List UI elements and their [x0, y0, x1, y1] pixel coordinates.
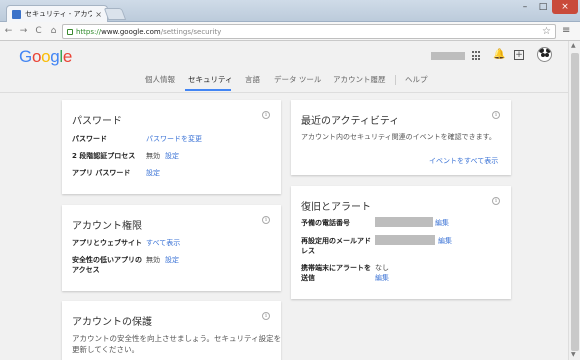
recent-activity-card: 最近のアクティビティ i アカウント内のセキュリティ関連のイベントを確認できます…: [291, 100, 511, 175]
bookmark-star-icon[interactable]: ☆: [542, 26, 551, 37]
card-title: 最近のアクティビティ: [301, 116, 400, 127]
recovery-email-label-line1: 再設定用のメールアド: [301, 237, 371, 245]
redacted-recovery-email: [375, 235, 435, 245]
url-scheme: https://: [76, 27, 102, 36]
scroll-down-icon[interactable]: ▼: [571, 351, 576, 358]
redacted-account-name[interactable]: [431, 52, 465, 60]
card-title: パスワード: [72, 116, 122, 127]
tab-title: セキュリティ - アカウント設定: [25, 10, 93, 18]
info-icon[interactable]: i: [492, 111, 500, 119]
home-icon[interactable]: ⌂: [47, 25, 60, 38]
two-step-status: 無効: [146, 152, 160, 160]
mobile-alert-label-line2: 送信: [301, 274, 315, 282]
window-titlebar: セキュリティ - アカウント設定 × – □ ×: [0, 0, 580, 22]
less-secure-status: 無効: [146, 256, 160, 264]
info-icon[interactable]: i: [492, 197, 500, 205]
less-secure-label-line1: 安全性の低いアプリの: [72, 256, 142, 264]
address-bar[interactable]: https:// www.google.com /settings/securi…: [62, 24, 556, 39]
redacted-phone-number: [375, 217, 433, 227]
backup-phone-label: 予備の電話番号: [301, 219, 350, 227]
tab-data-tools[interactable]: データ ツール: [274, 74, 321, 85]
mobile-alert-label-line1: 携帯端末にアラートを: [301, 264, 371, 272]
card-title: アカウント権限: [72, 221, 142, 232]
tab-security[interactable]: セキュリティ: [188, 74, 233, 85]
window-maximize-button[interactable]: □: [534, 0, 552, 14]
mobile-alert-value: なし: [375, 264, 389, 272]
show-all-events-link[interactable]: イベントをすべて表示: [429, 156, 498, 166]
info-icon[interactable]: i: [262, 216, 270, 224]
new-tab-button[interactable]: [103, 8, 127, 20]
apps-websites-label: アプリとウェブサイト: [72, 239, 142, 247]
tab-help[interactable]: ヘルプ: [405, 74, 428, 85]
google-logo[interactable]: Google: [19, 47, 72, 67]
two-step-settings-link[interactable]: 設定: [165, 151, 179, 161]
window-close-button[interactable]: ×: [552, 0, 578, 14]
header-divider: [0, 92, 568, 93]
card-title: 復旧とアラート: [301, 202, 371, 213]
google-favicon-icon: [12, 9, 21, 19]
browser-toolbar: ← → C ⌂ https:// www.google.com /setting…: [0, 22, 580, 41]
edit-alert-link[interactable]: 編集: [375, 273, 389, 283]
browser-tab[interactable]: セキュリティ - アカウント設定 ×: [6, 5, 108, 22]
account-protection-card: アカウントの保護 i アカウントの安全性を向上させましょう。セキュリティ設定を …: [62, 301, 281, 360]
tab-language[interactable]: 言語: [245, 74, 260, 85]
tab-account-history[interactable]: アカウント履歴: [333, 74, 386, 85]
app-password-label: アプリ パスワード: [72, 169, 131, 177]
tab-close-icon[interactable]: ×: [95, 10, 102, 19]
lock-icon: [67, 28, 73, 35]
subnav-divider: [395, 75, 396, 85]
app-password-settings-link[interactable]: 設定: [146, 168, 160, 178]
apps-grid-icon[interactable]: [472, 51, 482, 61]
protection-description-line1: アカウントの安全性を向上させましょう。セキュリティ設定を: [72, 334, 282, 343]
activity-description: アカウント内のセキュリティ関連のイベントを確認できます。: [301, 133, 496, 141]
url-host: www.google.com: [101, 27, 161, 36]
show-all-apps-link[interactable]: すべて表示: [146, 238, 180, 248]
less-secure-label-line2: アクセス: [72, 266, 100, 274]
account-permissions-card: アカウント権限 i アプリとウェブサイト すべて表示 安全性の低いアプリの アク…: [62, 205, 281, 291]
scrollbar-thumb[interactable]: [571, 53, 579, 351]
info-icon[interactable]: i: [262, 312, 270, 320]
protection-description-line2: 更新してください。: [72, 345, 140, 354]
card-title: アカウントの保護: [72, 317, 152, 328]
password-card: パスワード i パスワード パスワードを変更 2 段階認証プロセス 無効 設定 …: [62, 100, 281, 194]
page-scrollbar[interactable]: ▲ ▼: [568, 41, 580, 360]
share-plus-icon[interactable]: +: [514, 50, 524, 60]
edit-phone-link[interactable]: 編集: [435, 218, 449, 228]
recovery-alerts-card: 復旧とアラート i 予備の電話番号 編集 再設定用のメールアド レス 編集 携帯…: [291, 186, 511, 299]
active-tab-indicator: [185, 89, 231, 91]
recovery-email-label-line2: レス: [301, 247, 315, 255]
browser-menu-icon[interactable]: ≡: [562, 25, 570, 36]
change-password-link[interactable]: パスワードを変更: [146, 134, 202, 144]
notifications-bell-icon[interactable]: 🔔: [493, 49, 505, 60]
settings-subnav: 個人情報 セキュリティ 言語 データ ツール アカウント履歴 ヘルプ: [0, 74, 568, 92]
password-label: パスワード: [72, 135, 107, 143]
forward-icon[interactable]: →: [17, 25, 30, 38]
two-step-label: 2 段階認証プロセス: [72, 152, 136, 160]
window-minimize-button[interactable]: –: [516, 0, 534, 14]
scroll-up-icon[interactable]: ▲: [571, 42, 576, 49]
avatar[interactable]: [537, 47, 552, 62]
info-icon[interactable]: i: [262, 111, 270, 119]
tab-personal-info[interactable]: 個人情報: [145, 74, 175, 85]
page-content: Google 🔔 + 個人情報 セキュリティ 言語 データ ツール アカウント履…: [0, 41, 568, 360]
back-icon[interactable]: ←: [2, 25, 15, 38]
less-secure-settings-link[interactable]: 設定: [165, 255, 179, 265]
edit-email-link[interactable]: 編集: [438, 236, 452, 246]
reload-icon[interactable]: C: [32, 25, 45, 38]
url-path: /settings/security: [160, 27, 222, 36]
